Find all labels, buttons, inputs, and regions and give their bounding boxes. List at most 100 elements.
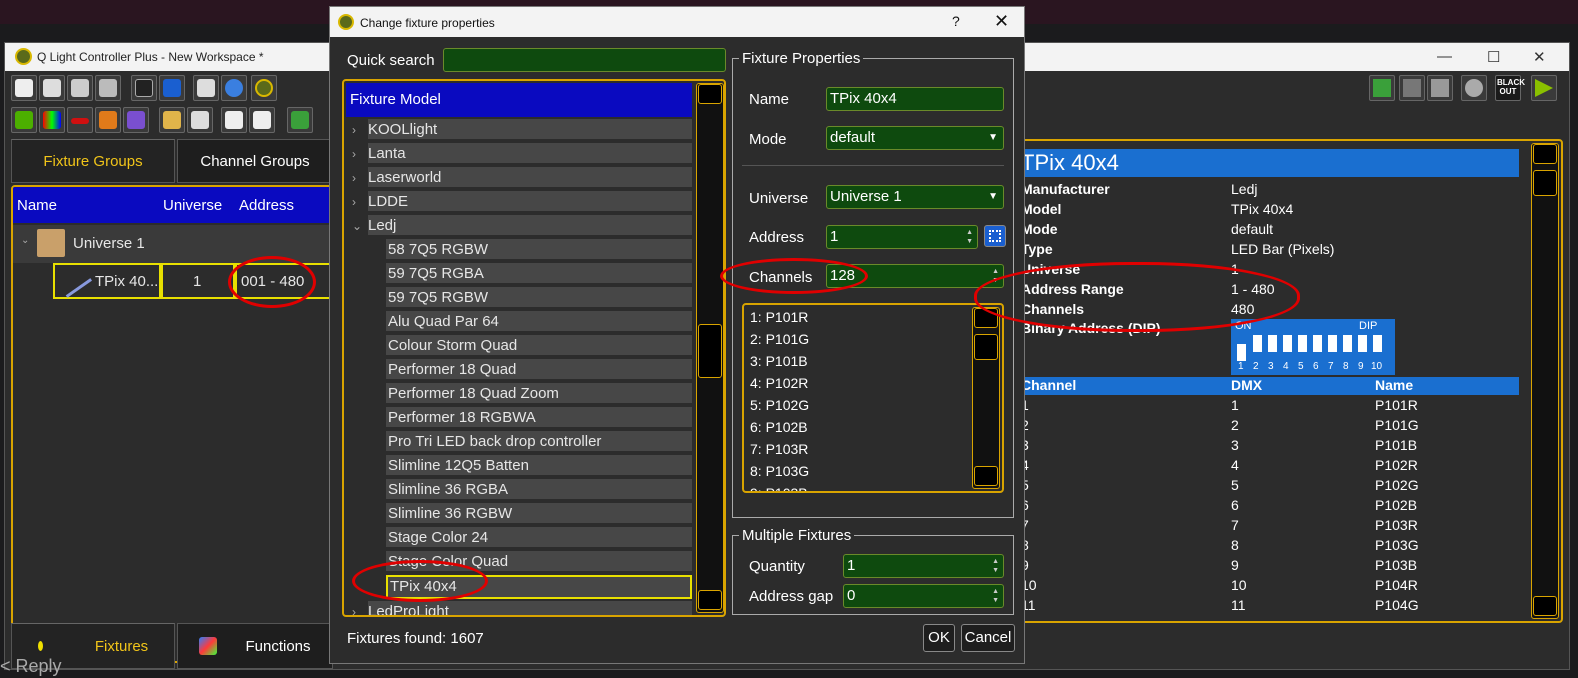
fixture-name-cell[interactable]: TPix 40... (53, 263, 161, 299)
save-workspace-button[interactable] (67, 75, 93, 101)
spin-arrows-icon[interactable]: ▲ ▼ (992, 587, 999, 605)
tree-scrollbar[interactable] (696, 83, 724, 613)
tab-channel-groups[interactable]: Channel Groups (177, 139, 333, 183)
tree-item-manufacturer[interactable]: › Laserworld (352, 167, 692, 189)
export-button[interactable] (187, 107, 213, 133)
scroll-down-button[interactable] (974, 466, 998, 486)
save-as-button[interactable] (95, 75, 121, 101)
tree-item-model[interactable]: Performer 18 RGBWA (386, 407, 692, 429)
column-universe[interactable]: Universe (163, 197, 222, 214)
tree-item-model[interactable]: 58 7Q5 RGBW (386, 239, 692, 261)
cancel-button[interactable]: Cancel (961, 624, 1015, 652)
import-fixture-button[interactable] (287, 107, 313, 133)
about-button[interactable] (251, 75, 277, 101)
address-tool-button[interactable] (159, 75, 185, 101)
scroll-thumb[interactable] (1533, 170, 1557, 196)
universe-select[interactable]: Universe 1 ▼ (826, 185, 1004, 209)
fixture-universe-cell[interactable]: 1 (161, 263, 235, 299)
name-field[interactable]: TPix 40x4 (826, 87, 1004, 111)
tree-item-model[interactable]: Performer 18 Quad (386, 359, 692, 381)
fade-button[interactable] (123, 107, 149, 133)
operate-mode-button[interactable] (1531, 75, 1557, 101)
rgb-panel-button[interactable] (39, 107, 65, 133)
address-gap-spinbox[interactable]: 0 ▲ ▼ (843, 584, 1004, 608)
scroll-thumb[interactable] (698, 324, 722, 378)
channel-list-item[interactable]: 4: P102R (750, 375, 808, 391)
mode-select[interactable]: default ▼ (826, 126, 1004, 150)
expand-arrow-icon[interactable]: › (352, 167, 356, 189)
channel-list-item[interactable]: 6: P102B (750, 419, 808, 435)
scroll-thumb[interactable] (974, 334, 998, 360)
import-button[interactable] (159, 107, 185, 133)
universe-row[interactable]: ⌄ Universe 1 (13, 225, 339, 263)
collapse-arrow-icon[interactable]: ⌄ (352, 215, 362, 237)
tree-item-model[interactable]: Performer 18 Quad Zoom (386, 383, 692, 405)
help-button[interactable] (221, 75, 247, 101)
quantity-spinbox[interactable]: 1 ▲ ▼ (843, 554, 1004, 578)
scroll-up-button[interactable] (698, 84, 722, 104)
tree-item-model[interactable]: 59 7Q5 RGBW (386, 287, 692, 309)
reply-link[interactable]: < Reply (0, 656, 62, 677)
channel-list-item[interactable]: 7: P103R (750, 441, 808, 457)
move-down-button[interactable] (249, 107, 275, 133)
tree-item-model[interactable]: 59 7Q5 RGBA (386, 263, 692, 285)
blackout-button[interactable]: BLACK OUT (1495, 75, 1525, 101)
dialog-close-button[interactable]: ✕ (994, 11, 1009, 32)
dmx-dump-button[interactable] (1369, 75, 1395, 101)
channel-list-item[interactable]: 9: P103B (750, 485, 808, 491)
edit-fixture-button[interactable] (95, 107, 121, 133)
collapse-icon[interactable]: ⌄ (21, 235, 29, 246)
live-edit-button[interactable] (1399, 75, 1425, 101)
tab-fixture-groups[interactable]: Fixture Groups (11, 139, 175, 183)
channel-list-item[interactable]: 5: P102G (750, 397, 809, 413)
info-scrollbar[interactable] (1531, 143, 1559, 619)
open-workspace-button[interactable] (39, 75, 65, 101)
minimize-button[interactable]: — (1437, 48, 1452, 65)
scroll-down-button[interactable] (698, 590, 722, 610)
tree-item-manufacturer[interactable]: › Lanta (352, 143, 692, 165)
tree-item-model[interactable]: Slimline 12Q5 Batten (386, 455, 692, 477)
tab-functions[interactable]: Functions (177, 623, 333, 669)
expand-arrow-icon[interactable]: › (352, 143, 356, 165)
scroll-up-button[interactable] (1533, 144, 1557, 164)
column-address[interactable]: Address (239, 197, 294, 214)
fixture-model-header[interactable]: Fixture Model (346, 83, 692, 117)
add-fixture-button[interactable] (11, 107, 37, 133)
maximize-button[interactable]: ☐ (1487, 48, 1500, 66)
mail-button[interactable] (193, 75, 219, 101)
expand-arrow-icon[interactable]: › (352, 601, 356, 615)
tree-item-model[interactable]: Slimline 36 RGBA (386, 479, 692, 501)
column-name[interactable]: Name (17, 197, 57, 214)
tree-item-model[interactable]: Alu Quad Par 64 (386, 311, 692, 333)
channel-list-item[interactable]: 8: P103G (750, 463, 809, 479)
move-up-button[interactable] (221, 107, 247, 133)
tree-item-manufacturer[interactable]: › LDDE (352, 191, 692, 213)
grand-master-button[interactable] (1427, 75, 1453, 101)
channel-list-scrollbar[interactable] (972, 307, 1000, 489)
channel-list-item[interactable]: 2: P101G (750, 331, 809, 347)
tree-item-manufacturer[interactable]: › LedProLight (352, 601, 692, 615)
expand-arrow-icon[interactable]: › (352, 191, 356, 213)
help-icon[interactable]: ? (952, 13, 960, 29)
stop-all-button[interactable] (1461, 75, 1487, 101)
monitor-button[interactable] (131, 75, 157, 101)
new-workspace-button[interactable] (11, 75, 37, 101)
channel-list-item[interactable]: 3: P101B (750, 353, 808, 369)
tree-item-model[interactable]: Slimline 36 RGBW (386, 503, 692, 525)
close-button[interactable]: ✕ (1533, 48, 1546, 66)
tree-item-model[interactable]: Pro Tri LED back drop controller (386, 431, 692, 453)
tree-item-model[interactable]: Stage Color 24 (386, 527, 692, 549)
scroll-down-button[interactable] (1533, 596, 1557, 616)
channel-list-item[interactable]: 1: P101R (750, 309, 808, 325)
spin-arrows-icon[interactable]: ▲ ▼ (966, 228, 973, 246)
spin-arrows-icon[interactable]: ▲ ▼ (992, 557, 999, 575)
address-spinbox[interactable]: 1 ▲ ▼ (826, 225, 978, 249)
ok-button[interactable]: OK (923, 624, 955, 652)
quick-search-input[interactable] (443, 48, 726, 72)
tree-item-model[interactable]: Colour Storm Quad (386, 335, 692, 357)
remove-fixture-button[interactable] (67, 107, 93, 133)
tree-item-manufacturer-expanded[interactable]: ⌄ Ledj (352, 215, 692, 237)
address-tool-button[interactable] (984, 225, 1006, 247)
tree-item-manufacturer[interactable]: › KOOLlight (352, 119, 692, 141)
expand-arrow-icon[interactable]: › (352, 119, 356, 141)
